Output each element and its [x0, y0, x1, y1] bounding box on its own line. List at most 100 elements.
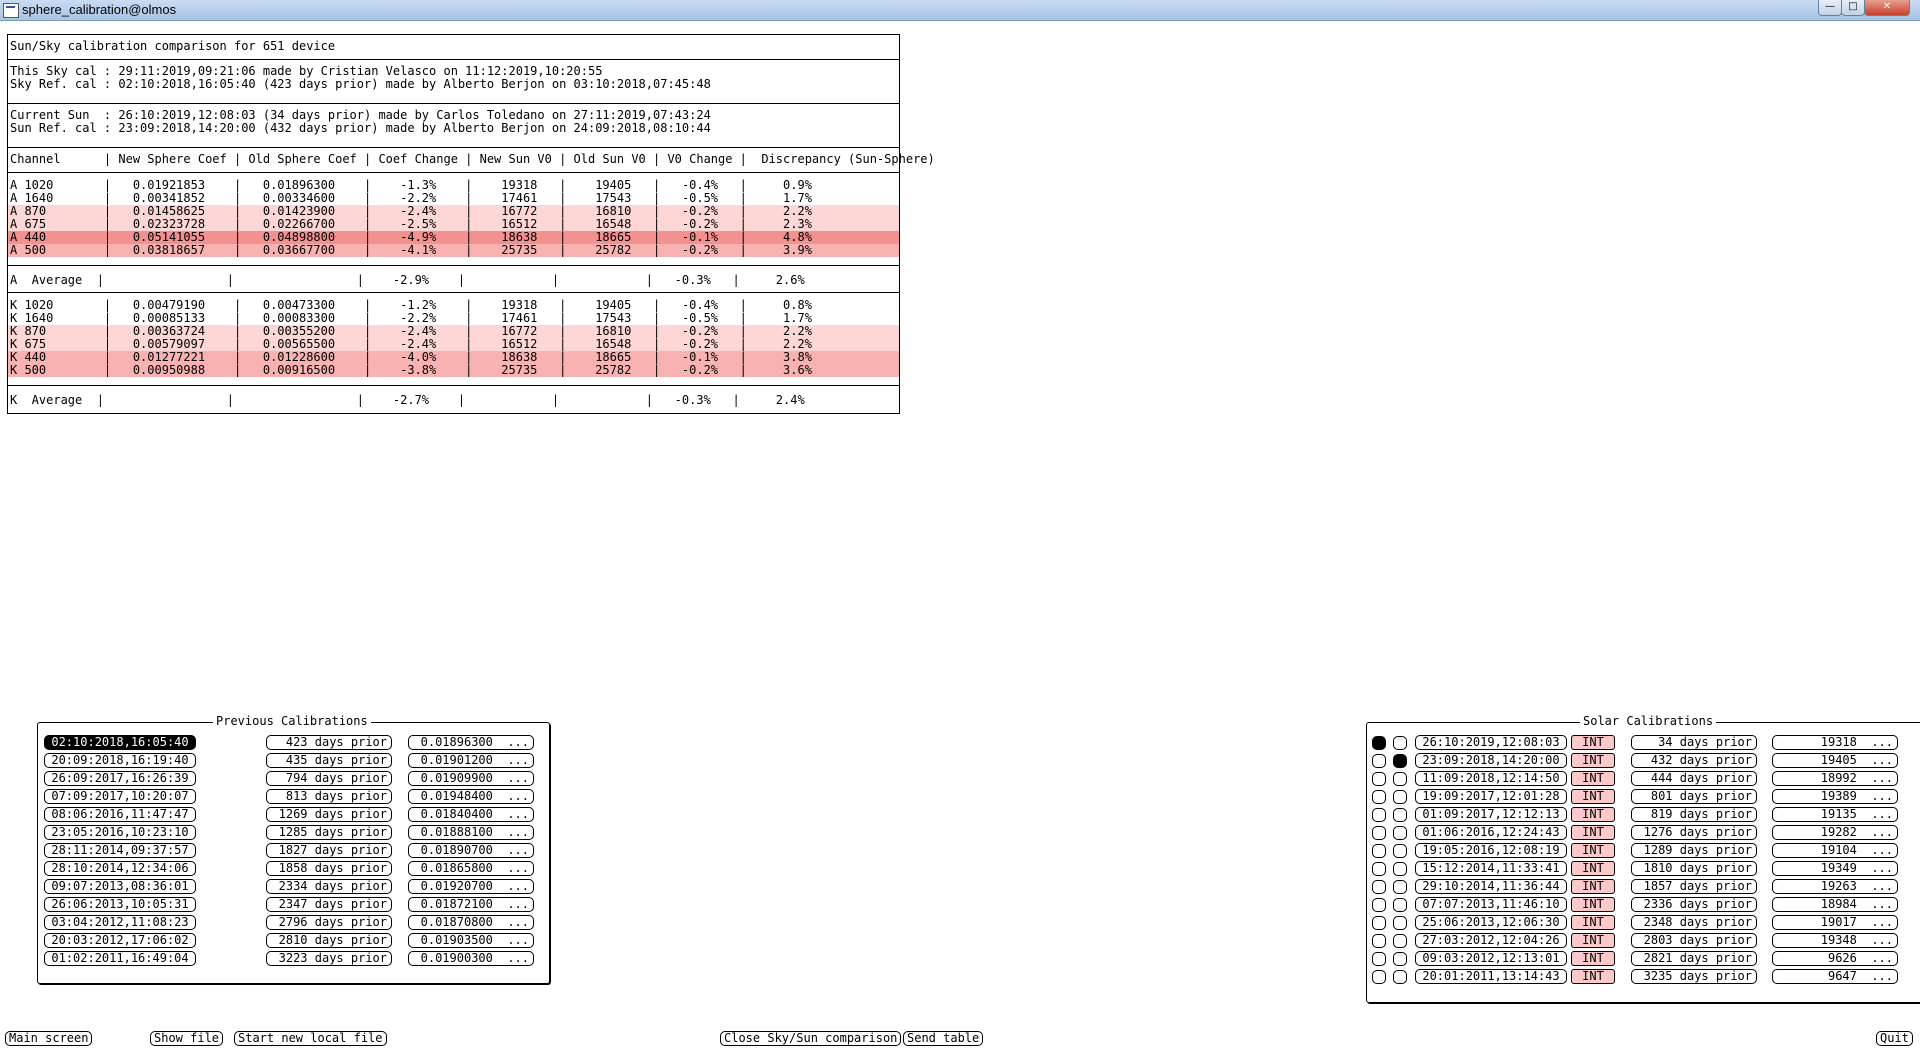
start-new-local-file-button[interactable]: Start new local file [234, 1031, 387, 1046]
previous-calibration-prior[interactable]: 2796 days prior [266, 915, 392, 930]
previous-calibration-prior[interactable]: 1285 days prior [266, 825, 392, 840]
solar-calibration-prior[interactable]: 2336 days prior [1631, 897, 1757, 912]
reference-sun-radio[interactable] [1393, 934, 1407, 948]
previous-calibration-date[interactable]: 20:09:2018,16:19:40 [44, 753, 196, 768]
reference-sun-radio[interactable] [1393, 898, 1407, 912]
reference-sun-radio[interactable] [1393, 952, 1407, 966]
reference-sun-radio[interactable] [1393, 844, 1407, 858]
solar-calibration-date[interactable]: 19:05:2016,12:08:19 [1415, 843, 1567, 858]
current-sun-radio[interactable] [1372, 916, 1386, 930]
solar-calibration-prior[interactable]: 3235 days prior [1631, 969, 1757, 984]
previous-calibration-coef[interactable]: 0.01870800 ... [408, 915, 534, 930]
solar-calibration-v0[interactable]: 19282 ... [1772, 825, 1898, 840]
solar-calibration-v0[interactable]: 19017 ... [1772, 915, 1898, 930]
current-sun-radio[interactable] [1372, 826, 1386, 840]
previous-calibration-prior[interactable]: 423 days prior [266, 735, 392, 750]
reference-sun-radio[interactable] [1393, 970, 1407, 984]
current-sun-radio[interactable] [1372, 790, 1386, 804]
solar-calibration-date[interactable]: 01:06:2016,12:24:43 [1415, 825, 1567, 840]
solar-calibration-v0[interactable]: 19135 ... [1772, 807, 1898, 822]
current-sun-radio[interactable] [1372, 862, 1386, 876]
previous-calibration-prior[interactable]: 3223 days prior [266, 951, 392, 966]
previous-calibration-date[interactable]: 07:09:2017,10:20:07 [44, 789, 196, 804]
previous-calibration-date[interactable]: 20:03:2012,17:06:02 [44, 933, 196, 948]
solar-calibration-prior[interactable]: 2348 days prior [1631, 915, 1757, 930]
solar-calibration-date[interactable]: 26:10:2019,12:08:03 [1415, 735, 1567, 750]
previous-calibration-coef[interactable]: 0.01903500 ... [408, 933, 534, 948]
current-sun-radio[interactable] [1372, 754, 1386, 768]
previous-calibration-coef[interactable]: 0.01896300 ... [408, 735, 534, 750]
current-sun-radio[interactable] [1372, 970, 1386, 984]
previous-calibration-coef[interactable]: 0.01888100 ... [408, 825, 534, 840]
solar-calibration-v0[interactable]: 9626 ... [1772, 951, 1898, 966]
reference-sun-radio[interactable] [1393, 808, 1407, 822]
previous-calibration-prior[interactable]: 2810 days prior [266, 933, 392, 948]
solar-calibration-prior[interactable]: 1276 days prior [1631, 825, 1757, 840]
reference-sun-radio[interactable] [1393, 880, 1407, 894]
solar-calibration-v0[interactable]: 18992 ... [1772, 771, 1898, 786]
previous-calibration-date[interactable]: 26:06:2013,10:05:31 [44, 897, 196, 912]
solar-calibration-v0[interactable]: 19389 ... [1772, 789, 1898, 804]
previous-calibration-prior[interactable]: 1827 days prior [266, 843, 392, 858]
solar-calibration-date[interactable]: 15:12:2014,11:33:41 [1415, 861, 1567, 876]
solar-calibration-date[interactable]: 09:03:2012,12:13:01 [1415, 951, 1567, 966]
solar-calibration-v0[interactable]: 9647 ... [1772, 969, 1898, 984]
solar-calibration-v0[interactable]: 19263 ... [1772, 879, 1898, 894]
quit-button[interactable]: Quit [1876, 1031, 1913, 1046]
previous-calibration-coef[interactable]: 0.01890700 ... [408, 843, 534, 858]
minimize-icon[interactable]: — [1818, 0, 1842, 16]
main-screen-button[interactable]: Main screen [5, 1031, 93, 1046]
reference-sun-radio[interactable] [1393, 772, 1407, 786]
previous-calibration-date[interactable]: 23:05:2016,10:23:10 [44, 825, 196, 840]
previous-calibration-date[interactable]: 28:11:2014,09:37:57 [44, 843, 196, 858]
previous-calibration-prior[interactable]: 435 days prior [266, 753, 392, 768]
previous-calibration-prior[interactable]: 1269 days prior [266, 807, 392, 822]
previous-calibration-coef[interactable]: 0.01840400 ... [408, 807, 534, 822]
previous-calibration-prior[interactable]: 2347 days prior [266, 897, 392, 912]
solar-calibration-v0[interactable]: 19104 ... [1772, 843, 1898, 858]
solar-calibration-date[interactable]: 20:01:2011,13:14:43 [1415, 969, 1567, 984]
current-sun-radio[interactable] [1372, 898, 1386, 912]
solar-calibration-prior[interactable]: 819 days prior [1631, 807, 1757, 822]
reference-sun-radio[interactable] [1393, 736, 1407, 750]
solar-calibration-prior[interactable]: 1289 days prior [1631, 843, 1757, 858]
reference-sun-radio[interactable] [1393, 826, 1407, 840]
previous-calibration-coef[interactable]: 0.01900300 ... [408, 951, 534, 966]
send-table-button[interactable]: Send table [903, 1031, 984, 1046]
solar-calibration-prior[interactable]: 1810 days prior [1631, 861, 1757, 876]
previous-calibration-date[interactable]: 03:04:2012,11:08:23 [44, 915, 196, 930]
current-sun-radio[interactable] [1372, 808, 1386, 822]
close-comparison-button[interactable]: Close Sky/Sun comparison [720, 1031, 902, 1046]
previous-calibration-coef[interactable]: 0.01872100 ... [408, 897, 534, 912]
solar-calibration-v0[interactable]: 19349 ... [1772, 861, 1898, 876]
solar-calibration-date[interactable]: 25:06:2013,12:06:30 [1415, 915, 1567, 930]
solar-calibration-prior[interactable]: 801 days prior [1631, 789, 1757, 804]
previous-calibration-prior[interactable]: 794 days prior [266, 771, 392, 786]
solar-calibration-date[interactable]: 29:10:2014,11:36:44 [1415, 879, 1567, 894]
previous-calibration-date[interactable]: 08:06:2016,11:47:47 [44, 807, 196, 822]
previous-calibration-coef[interactable]: 0.01909900 ... [408, 771, 534, 786]
current-sun-radio[interactable] [1372, 880, 1386, 894]
maximize-icon[interactable]: □ [1841, 0, 1865, 16]
previous-calibration-coef[interactable]: 0.01948400 ... [408, 789, 534, 804]
current-sun-radio[interactable] [1372, 772, 1386, 786]
solar-calibration-date[interactable]: 07:07:2013,11:46:10 [1415, 897, 1567, 912]
previous-calibration-coef[interactable]: 0.01901200 ... [408, 753, 534, 768]
reference-sun-radio[interactable] [1393, 754, 1407, 768]
solar-calibration-prior[interactable]: 2821 days prior [1631, 951, 1757, 966]
solar-calibration-v0[interactable]: 19318 ... [1772, 735, 1898, 750]
previous-calibration-prior[interactable]: 813 days prior [266, 789, 392, 804]
previous-calibration-prior[interactable]: 1858 days prior [266, 861, 392, 876]
reference-sun-radio[interactable] [1393, 862, 1407, 876]
solar-calibration-date[interactable]: 19:09:2017,12:01:28 [1415, 789, 1567, 804]
reference-sun-radio[interactable] [1393, 790, 1407, 804]
previous-calibration-date[interactable]: 01:02:2011,16:49:04 [44, 951, 196, 966]
reference-sun-radio[interactable] [1393, 916, 1407, 930]
previous-calibration-date[interactable]: 28:10:2014,12:34:06 [44, 861, 196, 876]
solar-calibration-date[interactable]: 23:09:2018,14:20:00 [1415, 753, 1567, 768]
previous-calibration-date[interactable]: 26:09:2017,16:26:39 [44, 771, 196, 786]
solar-calibration-date[interactable]: 01:09:2017,12:12:13 [1415, 807, 1567, 822]
solar-calibration-v0[interactable]: 19348 ... [1772, 933, 1898, 948]
previous-calibration-coef[interactable]: 0.01865800 ... [408, 861, 534, 876]
previous-calibration-prior[interactable]: 2334 days prior [266, 879, 392, 894]
